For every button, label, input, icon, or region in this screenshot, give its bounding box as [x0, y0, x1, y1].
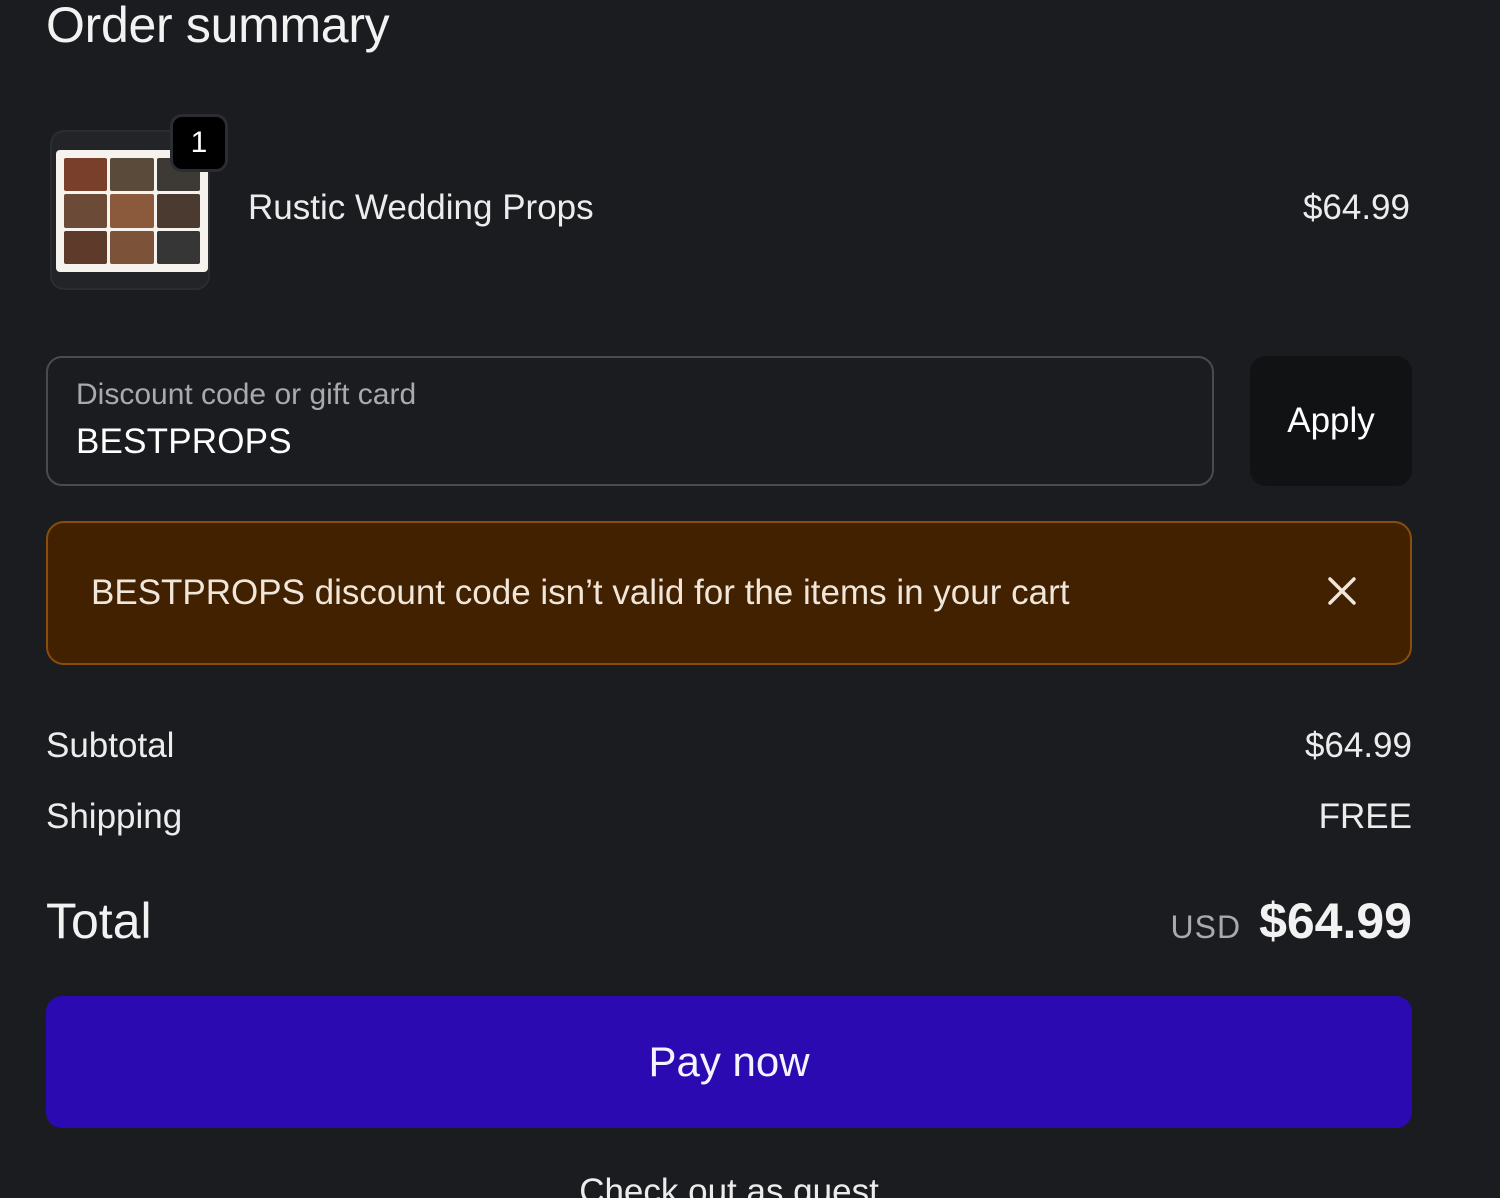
close-icon[interactable]	[1324, 573, 1360, 609]
quantity-badge: 1	[170, 114, 228, 172]
pay-now-button[interactable]: Pay now	[46, 996, 1412, 1128]
order-summary-panel: Order summary 1 Rustic Wedding Props $64…	[0, 0, 1500, 1198]
subtotal-label: Subtotal	[46, 726, 175, 765]
product-name: Rustic Wedding Props	[248, 188, 594, 227]
page-title: Order summary	[46, 0, 390, 53]
discount-field-label: Discount code or gift card	[76, 378, 417, 411]
discount-error-alert: BESTPROPS discount code isn’t valid for …	[46, 521, 1412, 665]
discount-field-value[interactable]: BESTPROPS	[76, 422, 292, 462]
subtotal-value: $64.99	[1304, 726, 1412, 765]
total-value: $64.99	[1259, 893, 1412, 949]
apply-button[interactable]: Apply	[1250, 356, 1412, 486]
shipping-label: Shipping	[46, 797, 183, 836]
product-price: $64.99	[1302, 188, 1410, 227]
alert-message: BESTPROPS discount code isn’t valid for …	[91, 573, 1070, 612]
discount-code-field[interactable]: Discount code or gift card BESTPROPS	[46, 356, 1214, 486]
total-label: Total	[46, 893, 152, 949]
currency-code: USD	[1170, 909, 1242, 945]
total-amount: USD $64.99	[1171, 892, 1413, 950]
shipping-value: FREE	[1318, 797, 1412, 836]
checkout-as-guest-link[interactable]: Check out as guest	[0, 1172, 1458, 1198]
